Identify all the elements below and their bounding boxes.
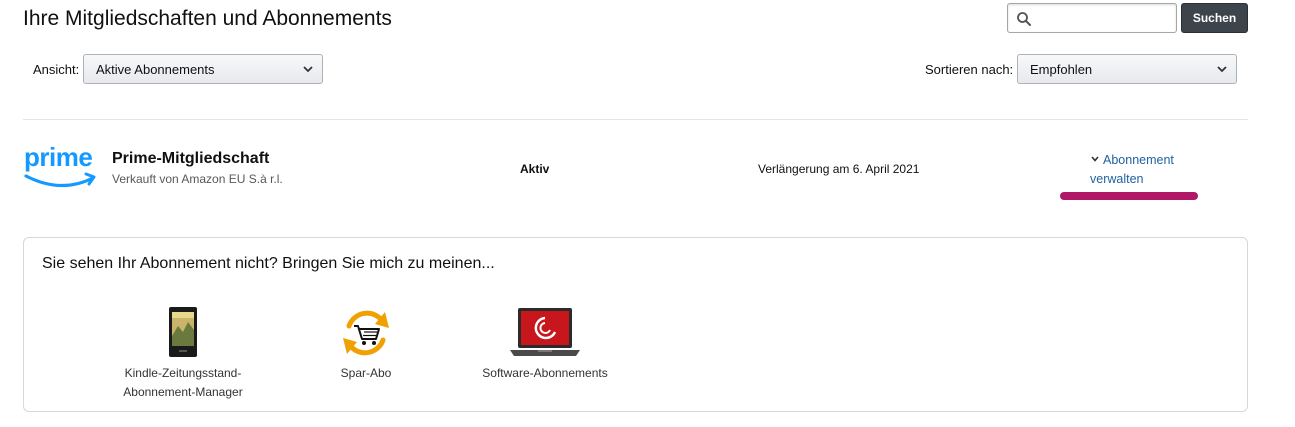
subscribe-save-link[interactable]: Spar-Abo bbox=[321, 306, 411, 383]
chevron-down-icon bbox=[1217, 66, 1227, 73]
view-dropdown-value: Aktive Abonnements bbox=[96, 61, 215, 77]
laptop-icon bbox=[510, 308, 580, 356]
prime-logo: prime bbox=[24, 144, 96, 188]
view-dropdown[interactable]: Aktive Abonnements bbox=[83, 54, 323, 84]
subscription-renewal: Verlängerung am 6. April 2021 bbox=[758, 162, 920, 176]
subscription-name: Prime-Mitgliedschaft bbox=[112, 150, 270, 167]
divider bbox=[23, 119, 1248, 120]
search-button[interactable]: Suchen bbox=[1181, 3, 1248, 33]
subscribe-save-icon bbox=[343, 310, 389, 356]
view-label: Ansicht: bbox=[33, 62, 80, 77]
prime-logo-text: prime bbox=[24, 144, 92, 172]
manage-subscription-link[interactable]: Abonnement verwalten bbox=[1090, 151, 1210, 189]
software-subscriptions-link[interactable]: Software-Abonnements bbox=[470, 306, 620, 383]
search-input[interactable] bbox=[1038, 8, 1172, 28]
missing-subscription-panel: Sie sehen Ihr Abonnement nicht? Bringen … bbox=[23, 237, 1248, 412]
search-box[interactable] bbox=[1007, 3, 1177, 33]
panel-title: Sie sehen Ihr Abonnement nicht? Bringen … bbox=[42, 255, 495, 272]
subscription-seller: Verkauft von Amazon EU S.à r.l. bbox=[112, 172, 283, 186]
subscribe-save-label: Spar-Abo bbox=[340, 366, 392, 380]
search-icon bbox=[1017, 12, 1031, 26]
highlight-underline bbox=[1060, 192, 1198, 200]
manage-link-line1: Abonnement bbox=[1103, 153, 1174, 167]
page-title: Ihre Mitgliedschaften und Abonnements bbox=[23, 7, 392, 30]
sort-dropdown-value: Empfohlen bbox=[1030, 61, 1093, 77]
sort-dropdown[interactable]: Empfohlen bbox=[1017, 54, 1237, 84]
kindle-newsstand-label-1: Kindle-Zeitungsstand- bbox=[124, 366, 242, 380]
chevron-down-icon bbox=[1091, 156, 1099, 162]
kindle-icon bbox=[169, 307, 197, 357]
kindle-newsstand-link[interactable]: Kindle-Zeitungsstand- Abonnement-Manager bbox=[120, 306, 246, 402]
kindle-newsstand-label-2: Abonnement-Manager bbox=[123, 385, 243, 399]
sort-label: Sortieren nach: bbox=[925, 62, 1014, 77]
chevron-down-icon bbox=[303, 66, 313, 73]
subscription-status: Aktiv bbox=[520, 162, 550, 176]
software-subscriptions-label: Software-Abonnements bbox=[482, 366, 608, 380]
manage-link-line2: verwalten bbox=[1090, 172, 1144, 186]
